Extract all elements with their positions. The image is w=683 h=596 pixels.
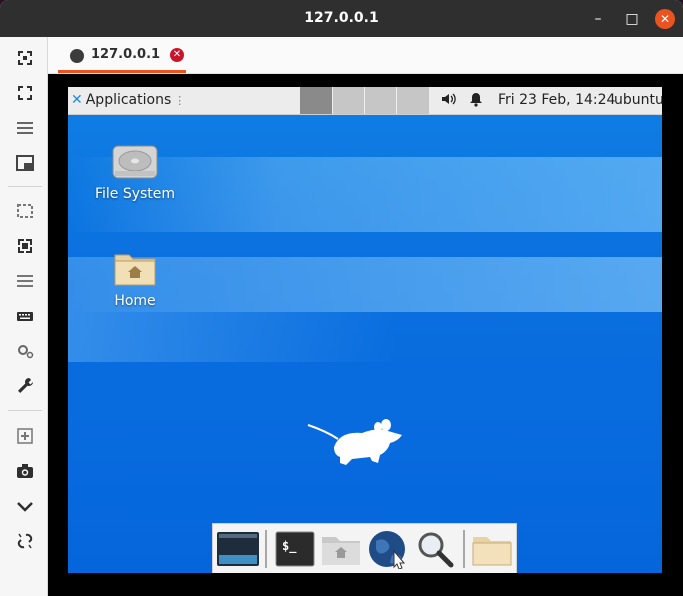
region-icon[interactable]	[14, 200, 36, 222]
desktop-icon-home[interactable]: Home	[85, 249, 185, 309]
terminal-launcher[interactable]: $_	[273, 529, 317, 569]
minimize-button[interactable]: –	[588, 9, 608, 29]
applications-label: Applications	[85, 92, 172, 108]
tab-label: 127.0.0.1	[91, 47, 161, 62]
close-button[interactable]: ✕	[655, 9, 675, 29]
app-finder-launcher[interactable]	[413, 529, 457, 569]
disconnect-icon[interactable]	[14, 530, 36, 552]
new-window-icon[interactable]	[14, 425, 36, 447]
workspace-2[interactable]	[332, 87, 365, 114]
fit-window-icon[interactable]	[14, 82, 36, 104]
volume-icon[interactable]	[440, 91, 456, 111]
hard-drive-icon	[112, 145, 158, 179]
show-desktop-launcher[interactable]	[216, 529, 260, 569]
terminal-prompt: $_	[282, 539, 297, 553]
remote-connection-icon	[70, 49, 84, 63]
xfce-logo-icon: ✕	[71, 92, 83, 108]
web-browser-launcher[interactable]	[366, 529, 410, 570]
resize-icon[interactable]	[14, 235, 36, 257]
file-manager-launcher[interactable]	[319, 529, 363, 569]
workspace-1[interactable]	[300, 87, 332, 114]
tab-connection[interactable]: 127.0.0.1 ✕	[58, 37, 186, 73]
wrench-icon[interactable]	[14, 375, 36, 397]
panel-user[interactable]: ubuntu	[614, 87, 662, 114]
desktop-icon-label: Home	[114, 293, 156, 309]
fullscreen-icon[interactable]	[14, 47, 36, 69]
bottom-dock: $_	[212, 523, 517, 573]
chevron-down-icon[interactable]	[14, 495, 36, 517]
workspace-4[interactable]	[396, 87, 429, 114]
applications-menu[interactable]: ✕ Applications ⋮	[71, 87, 185, 114]
list-icon[interactable]	[14, 270, 36, 292]
notification-bell-icon[interactable]	[468, 91, 484, 111]
tab-bar: 127.0.0.1 ✕	[48, 37, 683, 74]
home-folder-icon	[114, 254, 156, 286]
workspace-3[interactable]	[364, 87, 397, 114]
camera-icon[interactable]	[14, 460, 36, 482]
desktop-icon-label: File System	[94, 186, 176, 202]
keyboard-icon[interactable]	[14, 305, 36, 327]
remote-toolbar	[0, 37, 48, 596]
panel-clock[interactable]: Fri 23 Feb, 14:24	[498, 87, 615, 114]
window-title: 127.0.0.1	[304, 10, 379, 26]
settings-icon[interactable]	[14, 340, 36, 362]
title-bar[interactable]: 127.0.0.1 – □ ✕	[0, 0, 683, 37]
remmina-window: 127.0.0.1 – □ ✕ 127.0.0.1 ✕ ✕ Applicatio…	[0, 0, 683, 596]
xfce-panel: ✕ Applications ⋮ Fri 23 Feb, 14:24 ubuntu	[68, 87, 662, 115]
tab-close-icon[interactable]: ✕	[170, 48, 184, 62]
desktop-icon-file-system[interactable]: File System	[85, 142, 185, 202]
window-icon[interactable]	[14, 152, 36, 174]
xfce-mouse-logo	[307, 419, 402, 465]
maximize-button[interactable]: □	[622, 9, 642, 29]
folder-launcher[interactable]	[470, 529, 514, 569]
remote-desktop[interactable]: ✕ Applications ⋮ Fri 23 Feb, 14:24 ubuntu	[68, 87, 662, 573]
menu-icon[interactable]	[14, 117, 36, 139]
